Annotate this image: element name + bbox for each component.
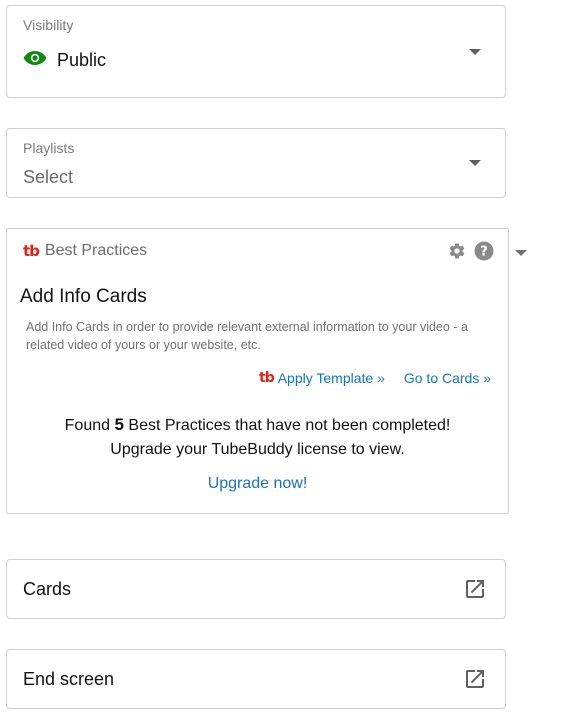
apply-template-link[interactable]: tb Apply Template » — [259, 370, 385, 386]
found-best-practices-text: Found 5 Best Practices that have not bee… — [7, 415, 508, 435]
tubebuddy-logo: tb — [23, 242, 40, 260]
end-screen-title: End screen — [23, 669, 115, 689]
end-screen-row[interactable]: End screen — [6, 649, 506, 709]
best-practice-description: Add Info Cards in order to provide relev… — [26, 320, 468, 352]
cards-title: Cards — [23, 579, 72, 599]
best-practices-panel: tb Best Practices ? Add Info Cards Add I… — [6, 228, 509, 514]
visibility-label: Visibility — [23, 17, 74, 33]
chevron-down-icon[interactable] — [469, 160, 481, 166]
visibility-dropdown[interactable]: Visibility Public — [6, 5, 506, 98]
best-practices-actions: ? — [448, 241, 494, 266]
upgrade-now-link[interactable]: Upgrade now! — [7, 475, 508, 493]
visibility-value-row: Public — [23, 50, 106, 71]
best-practices-header: tb Best Practices — [23, 242, 147, 260]
found-suffix: Best Practices that have not been comple… — [128, 417, 451, 434]
cards-row[interactable]: Cards — [6, 559, 506, 619]
best-practice-heading: Add Info Cards — [20, 286, 147, 307]
best-practices-title: Best Practices — [44, 242, 148, 259]
gear-icon[interactable] — [448, 242, 466, 265]
upgrade-license-text: Upgrade your TubeBuddy license to view. — [110, 441, 405, 458]
help-icon[interactable]: ? — [474, 241, 494, 266]
go-to-cards-link[interactable]: Go to Cards » — [404, 370, 491, 386]
playlists-label: Playlists — [23, 140, 75, 156]
playlists-dropdown[interactable]: Playlists Select — [6, 128, 506, 198]
visibility-value: Public — [57, 50, 107, 70]
apply-template-label[interactable]: Apply Template » — [278, 370, 385, 386]
tubebuddy-logo: tb — [259, 370, 275, 386]
eye-icon — [23, 50, 47, 71]
best-practice-links: tb Apply Template » Go to Cards » — [259, 370, 491, 386]
playlists-value: Select — [23, 167, 74, 187]
external-link-icon[interactable] — [463, 577, 487, 601]
found-count: 5 — [114, 415, 124, 434]
svg-text:?: ? — [480, 245, 488, 260]
external-link-icon[interactable] — [463, 667, 487, 691]
chevron-down-icon[interactable] — [469, 49, 481, 55]
found-prefix: Found — [64, 417, 111, 434]
chevron-down-icon[interactable] — [515, 250, 527, 256]
